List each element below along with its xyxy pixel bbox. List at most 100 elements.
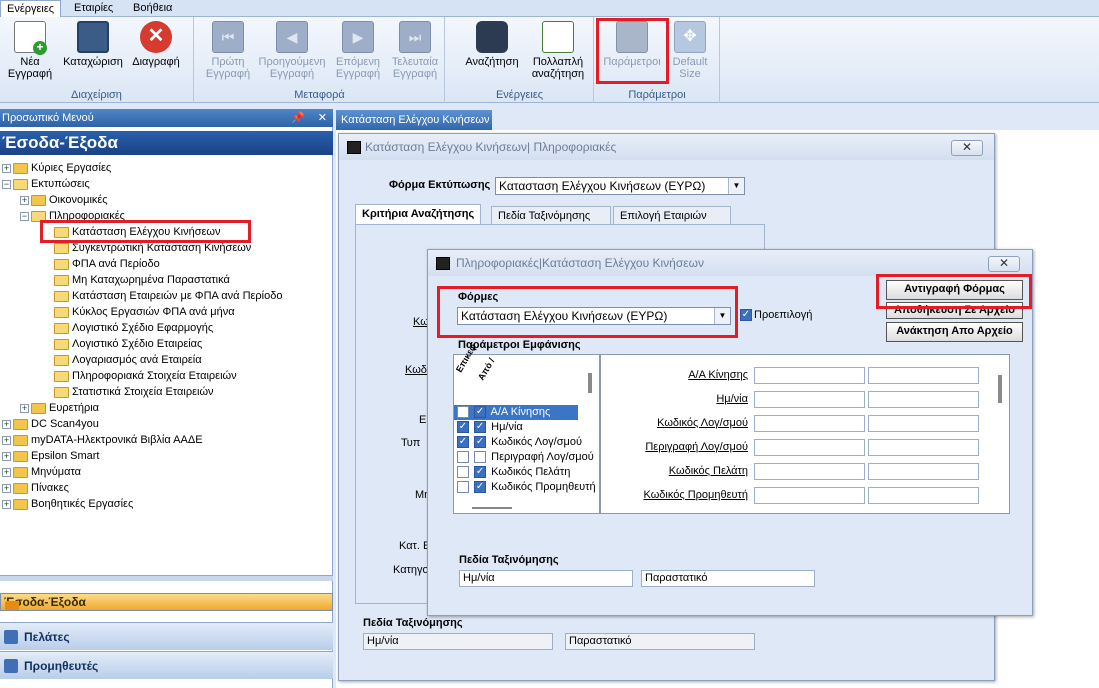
field-param-input[interactable] (868, 367, 979, 384)
menu-tab-actions[interactable]: Ενέργειες (0, 0, 62, 17)
tree-item[interactable]: Λογιστικό Σχέδιο Εταιρείας (54, 336, 202, 352)
field-param-input[interactable] (868, 487, 979, 504)
new-record-button[interactable]: Νέα Εγγραφή (2, 21, 58, 80)
tree-item[interactable]: Λογιστικό Σχέδιο Εφαρμογής (54, 320, 213, 336)
collapse-icon[interactable]: − (2, 179, 11, 189)
expand-icon[interactable]: + (2, 163, 11, 173)
tree-item[interactable]: Κύκλος Εργασιών ΦΠΑ ανά μήνα (54, 304, 235, 320)
checkbox[interactable]: ✓ (474, 466, 487, 479)
list-item[interactable]: ✓ Κωδικός Προμηθευτή (454, 480, 596, 495)
first-record-button[interactable]: ⏮ Πρώτη Εγγραφή (199, 21, 257, 80)
checkbox[interactable] (457, 466, 469, 479)
field-param-input[interactable] (868, 439, 979, 456)
field-param-label[interactable]: Ημ/νία (628, 393, 748, 405)
field-param-label[interactable]: Κωδικός Πελάτη (628, 465, 748, 477)
close-button[interactable]: ✕ (951, 140, 983, 156)
expand-icon[interactable]: + (20, 403, 29, 413)
checkbox[interactable] (457, 451, 469, 464)
sort-field-2[interactable]: Παραστατικό (565, 633, 755, 650)
field-param-input[interactable] (754, 367, 865, 384)
sort-field-1[interactable]: Ημ/νία (363, 633, 553, 650)
expand-icon[interactable]: + (2, 451, 11, 461)
tree-item[interactable]: + Κύριες Εργασίες (2, 160, 111, 176)
list-item[interactable]: Περιγραφή Λογ/σμού (454, 450, 594, 465)
tree-item[interactable]: − Εκτυπώσεις (2, 176, 90, 192)
save-record-button[interactable]: Καταχώριση (60, 21, 126, 68)
scrollbar[interactable] (998, 375, 1002, 403)
checkbox[interactable]: ✓ (457, 436, 469, 449)
checkbox[interactable]: ✓ (474, 436, 487, 449)
delete-record-button[interactable]: ✕ Διαγραφή (128, 21, 184, 68)
tree-item[interactable]: + Βοηθητικές Εργασίες (2, 496, 133, 512)
load-from-file-button[interactable]: Ανάκτηση Απο Αρχείο (886, 322, 1023, 342)
tab-company-selection[interactable]: Επιλογή Εταιριών (613, 206, 731, 226)
field-param-input[interactable] (754, 415, 865, 432)
nav-income-expense[interactable]: Έσοδα-Έξοδα (0, 593, 333, 611)
tree-item[interactable]: Λογαριασμός ανά Εταιρεία (54, 352, 202, 368)
expand-icon[interactable]: + (2, 467, 11, 477)
tree-item[interactable]: + Οικονομικές (20, 192, 108, 208)
list-item[interactable]: ✓ Κωδικός Πελάτη (454, 465, 570, 480)
field-param-input[interactable] (754, 439, 865, 456)
field-param-label[interactable]: Κωδικός Λογ/σμού (628, 417, 748, 429)
expand-icon[interactable]: + (2, 499, 11, 509)
field-param-label[interactable]: Α/Α Κίνησης (628, 369, 748, 381)
field-param-input[interactable] (868, 391, 979, 408)
scrollbar[interactable] (588, 373, 592, 393)
close-icon[interactable]: ✕ (318, 109, 327, 127)
tree-item[interactable]: Μη Καταχωρημένα Παραστατικά (54, 272, 230, 288)
field-param-label[interactable]: Κωδικός Προμηθευτή (628, 489, 748, 501)
tree-item[interactable]: + DC Scan4you (2, 416, 99, 432)
tree-item[interactable]: Πληροφοριακά Στοιχεία Εταιρειών (54, 368, 237, 384)
field-param-input[interactable] (754, 487, 865, 504)
field-param-input[interactable] (868, 415, 979, 432)
tree-item[interactable]: + Ευρετήρια (20, 400, 99, 416)
previous-record-button[interactable]: ◀ Προηγούμενη Εγγραφή (257, 21, 327, 80)
checkbox[interactable]: ✓ (474, 481, 487, 494)
nav-suppliers[interactable]: Προμηθευτές (0, 651, 333, 679)
expand-icon[interactable]: + (2, 435, 11, 445)
checkbox[interactable]: ✓ (474, 421, 487, 434)
tree-item[interactable]: + Epsilon Smart (2, 448, 99, 464)
field-param-label[interactable]: Περιγραφή Λογ/σμού (628, 441, 748, 453)
last-record-button[interactable]: ⏭ Τελευταία Εγγραφή (387, 21, 443, 80)
sort-field-2[interactable]: Παραστατικό (641, 570, 815, 587)
tree-item[interactable]: ΦΠΑ ανά Περίοδο (54, 256, 160, 272)
tree-item[interactable]: Στατιστικά Στοιχεία Εταιρειών (54, 384, 214, 400)
scrollbar[interactable] (472, 507, 512, 509)
default-checkbox[interactable]: ✓ Προεπιλογή (740, 309, 812, 322)
default-size-button[interactable]: ✥ Default Size (667, 21, 713, 80)
expand-icon[interactable]: + (2, 419, 11, 429)
checkbox[interactable]: ✓ (474, 406, 487, 419)
multi-search-button[interactable]: Πολλαπλή αναζήτηση (526, 21, 590, 80)
checkbox[interactable] (457, 406, 469, 419)
expand-icon[interactable]: + (20, 195, 29, 205)
tree-item[interactable]: Κατάσταση Εταιρειών με ΦΠΑ ανά Περίοδο (54, 288, 282, 304)
list-item[interactable]: ✓ ✓ Κωδικός Λογ/σμού (454, 435, 582, 450)
display-fields-list[interactable]: Επικεφ Από / ✓ Α/Α Κίνησης ✓ ✓ Ημ/νία ✓ … (453, 342, 600, 514)
splitter[interactable] (0, 575, 333, 581)
next-record-button[interactable]: ▶ Επόμενη Εγγραφή (329, 21, 387, 80)
field-param-input[interactable] (868, 463, 979, 480)
menu-tab-companies[interactable]: Εταιρίες (68, 0, 119, 17)
field-param-input[interactable] (754, 391, 865, 408)
search-button[interactable]: Αναζήτηση (462, 21, 522, 68)
field-param-input[interactable] (754, 463, 865, 480)
checkbox[interactable] (457, 481, 469, 494)
tree-item[interactable]: + Πίνακες (2, 480, 69, 496)
list-item[interactable]: ✓ ✓ Ημ/νία (454, 420, 523, 435)
checkbox[interactable]: ✓ (457, 421, 469, 434)
tab-sort-fields[interactable]: Πεδία Ταξινόμησης (491, 206, 611, 226)
list-item[interactable]: ✓ Α/Α Κίνησης (454, 405, 578, 420)
pin-icon[interactable]: 📌 (291, 109, 305, 127)
expand-icon[interactable]: + (2, 483, 11, 493)
chevron-down-icon[interactable]: ▼ (728, 178, 744, 194)
print-form-select[interactable]: Κατασταση Ελέγχου Κινήσεων (ΕΥΡΩ) ▼ (495, 177, 745, 195)
collapse-icon[interactable]: − (20, 211, 29, 221)
close-button[interactable]: ✕ (988, 256, 1020, 272)
tab-search-criteria[interactable]: Κριτήρια Αναζήτησης (355, 204, 482, 224)
nav-customers[interactable]: Πελάτες (0, 622, 333, 650)
sort-field-1[interactable]: Ημ/νία (459, 570, 633, 587)
menu-tab-help[interactable]: Βοήθεια (127, 0, 178, 17)
document-tab[interactable]: Κατάσταση Ελέγχου Κινήσεων (336, 110, 492, 130)
